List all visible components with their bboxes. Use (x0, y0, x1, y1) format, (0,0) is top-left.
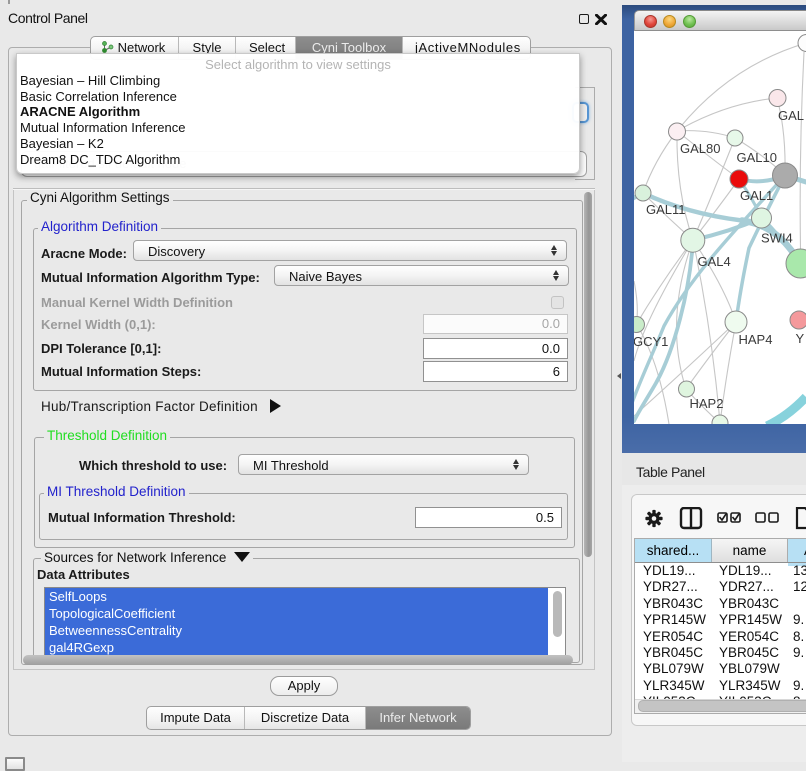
svg-text:GAL1: GAL1 (740, 188, 773, 203)
svg-text:GAL4: GAL4 (698, 254, 731, 269)
svg-text:HAP2: HAP2 (690, 396, 724, 411)
svg-text:GAL: GAL (778, 108, 804, 123)
svg-text:GAL10: GAL10 (737, 150, 777, 165)
svg-text:GAL80: GAL80 (680, 141, 720, 156)
svg-text:GCY1: GCY1 (634, 334, 668, 349)
svg-text:GAL11: GAL11 (646, 202, 686, 217)
svg-text:Y: Y (796, 331, 805, 346)
svg-text:SWI4: SWI4 (761, 231, 793, 246)
svg-text:HAP4: HAP4 (739, 332, 773, 347)
